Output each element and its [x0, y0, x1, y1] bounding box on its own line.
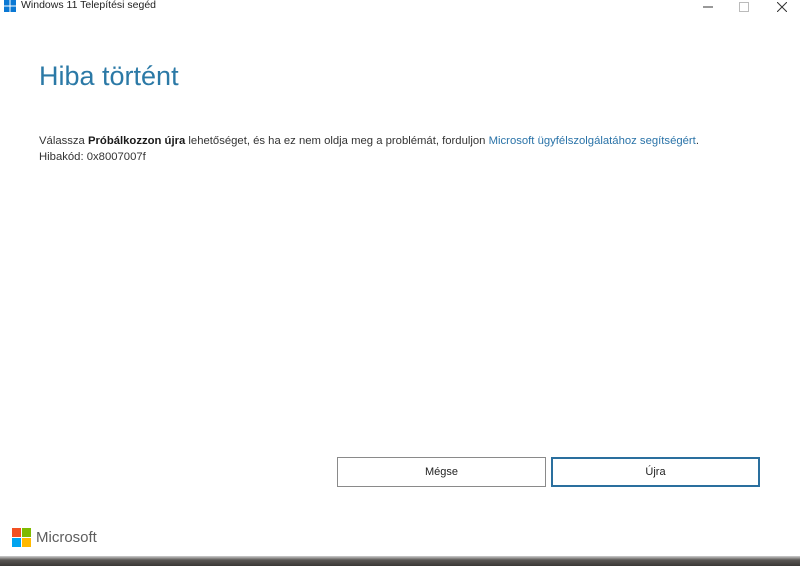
retry-button[interactable]: Újra [551, 457, 760, 487]
support-link[interactable]: Microsoft ügyfélszolgálatához segítségér… [489, 135, 696, 147]
microsoft-wordmark: Microsoft [36, 528, 97, 546]
message-bold-action: Próbálkozzon újra [87, 135, 186, 147]
message-suffix: . [695, 135, 699, 147]
close-icon [777, 2, 787, 12]
cancel-button[interactable]: Mégse [337, 457, 546, 487]
minimize-button[interactable] [690, 0, 726, 14]
error-code: Hibakód: 0x8007007f [39, 151, 146, 163]
window-title: Windows 11 Telepítési segéd [21, 0, 157, 11]
microsoft-logo: Microsoft [12, 528, 97, 547]
minimize-icon [703, 6, 713, 8]
close-button[interactable] [764, 0, 800, 14]
message-prefix: Válassza [39, 135, 88, 147]
windows-logo-icon [4, 0, 16, 12]
message-middle: lehetőséget, és ha ez nem oldja meg a pr… [185, 135, 489, 147]
maximize-button[interactable] [726, 0, 762, 14]
maximize-icon [739, 2, 749, 12]
title-bar[interactable]: Windows 11 Telepítési segéd [0, 0, 800, 16]
error-message: Válassza Próbálkozzon újra lehetőséget, … [39, 133, 699, 149]
microsoft-squares-icon [12, 528, 31, 547]
setup-assistant-window: Windows 11 Telepítési segéd Hiba történt… [0, 0, 800, 566]
page-title: Hiba történt [39, 61, 179, 91]
taskbar-edge [0, 556, 800, 566]
